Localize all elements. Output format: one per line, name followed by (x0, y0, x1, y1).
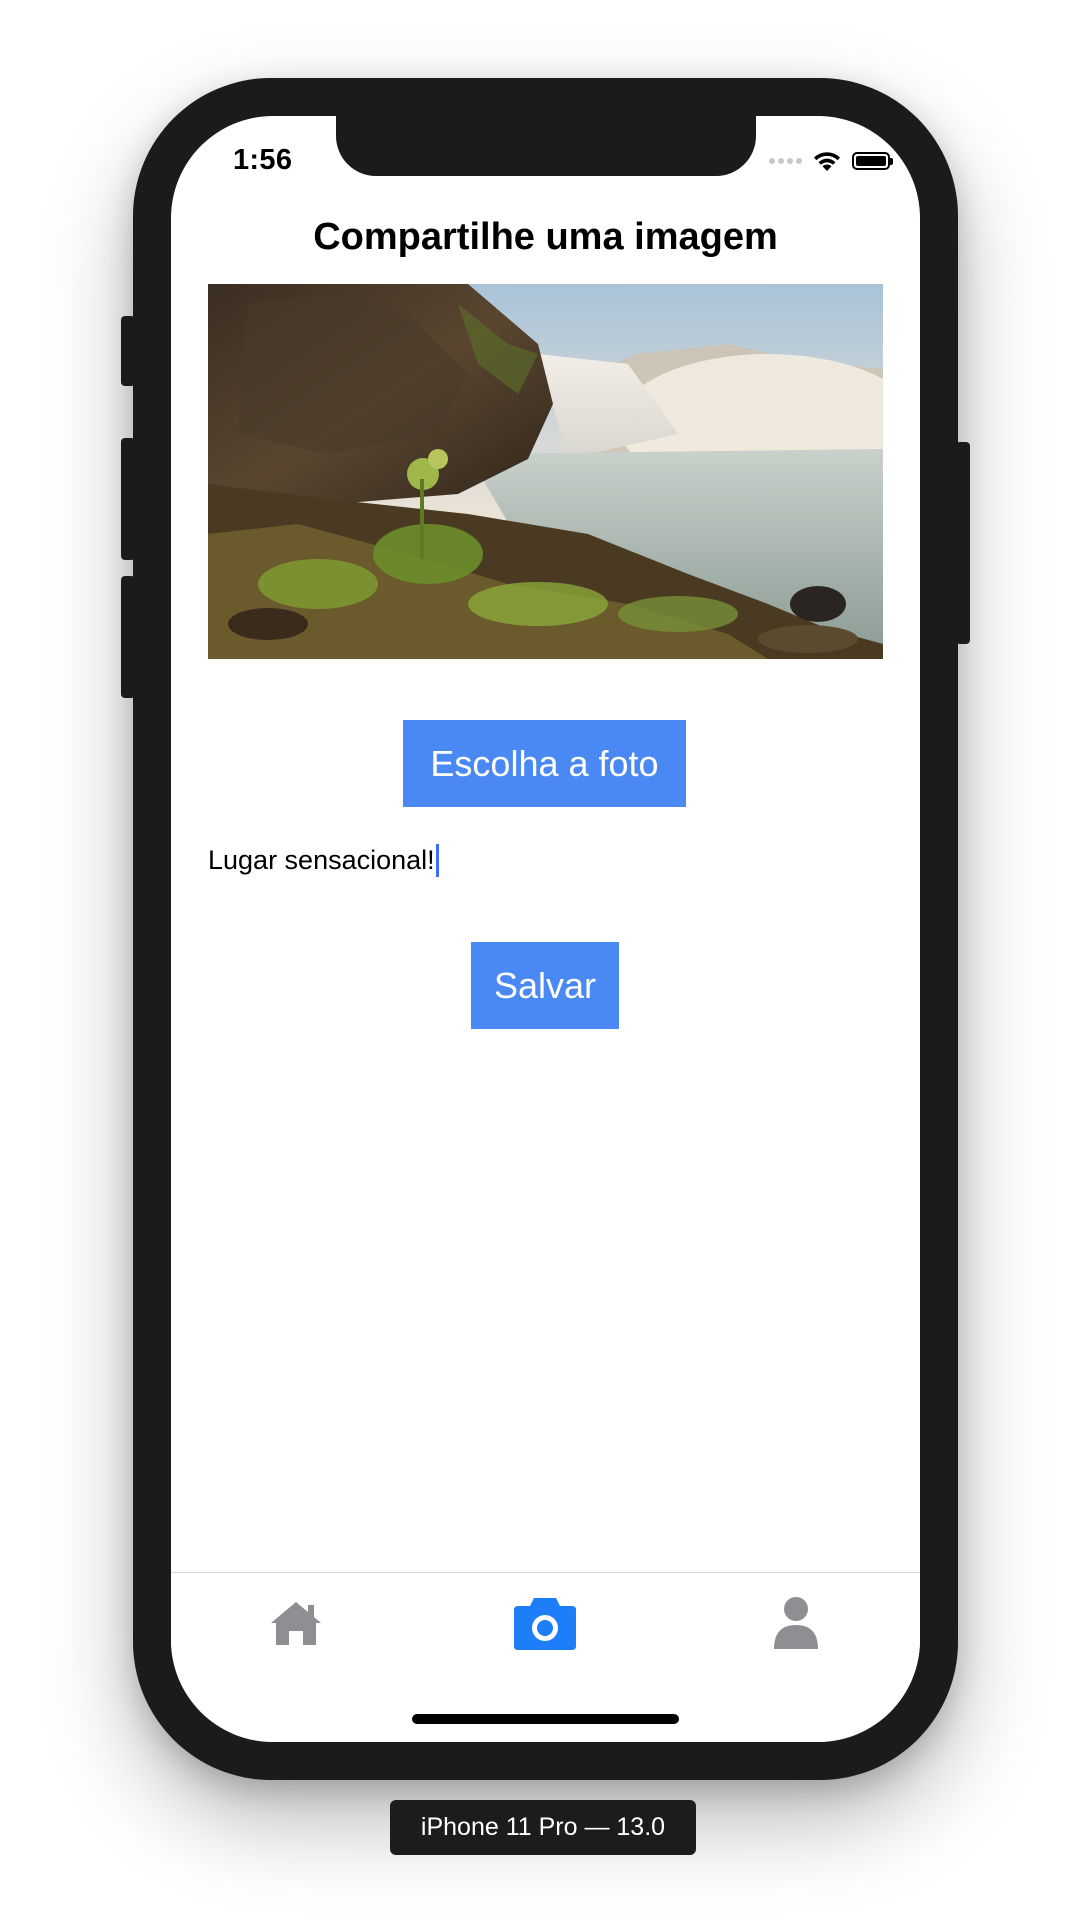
home-icon (271, 1602, 321, 1645)
volume-down-button (121, 576, 135, 698)
page-title: Compartilhe uma imagem (313, 216, 778, 258)
silent-switch (121, 316, 135, 386)
power-button (956, 442, 970, 644)
status-icons (769, 150, 893, 172)
user-icon (774, 1597, 818, 1649)
app-screen: 1:56 Compartilhe uma imagem Escolha a fo… (171, 116, 920, 1742)
device-label: iPhone 11 Pro — 13.0 (390, 1800, 696, 1855)
volume-up-button (121, 438, 135, 560)
tab-camera[interactable] (510, 1593, 580, 1653)
caption-input[interactable]: Lugar sensacional! (208, 844, 439, 877)
save-button[interactable]: Salvar (471, 942, 619, 1029)
choose-photo-button[interactable]: Escolha a foto (403, 720, 686, 807)
iphone-frame: 1:56 Compartilhe uma imagem Escolha a fo… (121, 78, 970, 1780)
battery-icon (852, 152, 893, 170)
status-time: 1:56 (233, 144, 293, 176)
home-indicator[interactable] (412, 1714, 679, 1724)
signal-dots-icon (769, 158, 802, 164)
tab-profile[interactable] (761, 1593, 831, 1653)
text-caret (435, 844, 439, 877)
device-notch (336, 116, 756, 176)
caption-text: Lugar sensacional! (208, 845, 435, 875)
selected-photo (208, 284, 883, 659)
simulator-stage: 1:56 Compartilhe uma imagem Escolha a fo… (0, 0, 1090, 1928)
tab-home[interactable] (261, 1593, 331, 1653)
camera-icon (514, 1598, 576, 1650)
wifi-icon (814, 152, 840, 171)
